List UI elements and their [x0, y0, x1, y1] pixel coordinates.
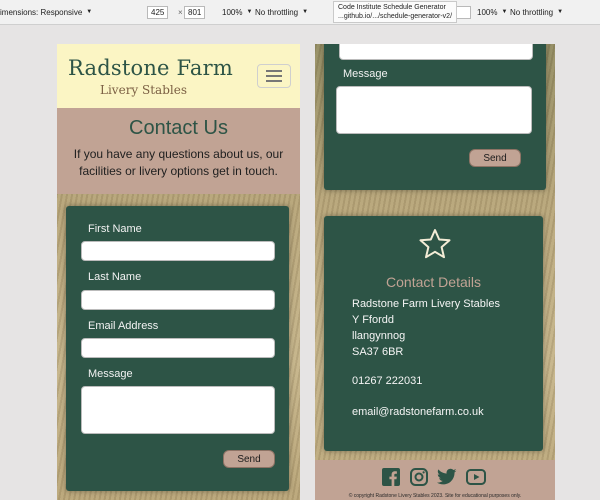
send-button[interactable]: Send — [469, 149, 521, 167]
send-button[interactable]: Send — [223, 450, 275, 468]
instagram-icon[interactable] — [410, 468, 428, 486]
first-name-label: First Name — [88, 223, 142, 235]
hamburger-icon — [266, 75, 282, 77]
hamburger-icon — [266, 70, 282, 72]
site-header: Radstone Farm Livery Stables — [57, 44, 300, 108]
page-title: Contact Us — [129, 117, 228, 139]
contact-details-card: Contact Details Radstone Farm Livery Sta… — [324, 216, 543, 451]
address-line: Radstone Farm Livery Stables — [352, 298, 500, 310]
dropdown-arrow-icon: ▼ — [246, 9, 253, 15]
copyright-text: © copyright Radstone Livery Stables 2023… — [348, 493, 522, 499]
twitter-icon[interactable] — [437, 468, 457, 486]
message-textarea[interactable] — [336, 86, 532, 134]
throttle-label: No throttling — [255, 7, 299, 17]
message-label: Message — [343, 68, 388, 80]
contact-form: Message Send — [324, 44, 546, 190]
times-icon: × — [178, 7, 183, 17]
dropdown-arrow-icon: ▼ — [302, 9, 309, 15]
phone-number[interactable]: 01267 222031 — [352, 375, 422, 387]
email-label: Email Address — [88, 320, 159, 332]
contact-form: First Name Last Name Email Address Messa… — [66, 206, 289, 491]
throttle-label: No throttling — [510, 7, 554, 17]
menu-toggle-button[interactable] — [257, 64, 291, 88]
throttle-select[interactable]: No throttling ▼ — [255, 8, 308, 17]
tooltip-url: ...github.io/.../schedule-generator-v2/ — [338, 13, 453, 20]
youtube-icon[interactable] — [466, 468, 486, 486]
throttle-select[interactable]: No throttling ▼ — [510, 8, 563, 17]
hamburger-icon — [266, 80, 282, 82]
height-input[interactable] — [455, 5, 471, 19]
zoom-label: 100% — [222, 7, 243, 17]
email-input[interactable] — [339, 44, 533, 60]
zoom-label: 100% — [477, 7, 498, 17]
last-name-label: Last Name — [88, 271, 142, 283]
email-input[interactable] — [81, 338, 275, 358]
last-name-input[interactable] — [81, 290, 275, 310]
hero-text: If you have any questions about us, our … — [73, 147, 284, 178]
contact-hero: Contact Us If you have any questions abo… — [57, 108, 300, 194]
first-name-input[interactable] — [81, 241, 275, 261]
dimensions-select[interactable]: imensions: Responsive ▼ — [0, 8, 92, 17]
devtools-toolbar-left: imensions: Responsive ▼ 425 × 801 100% ▼ N… — [0, 0, 310, 25]
zoom-select[interactable]: 100% ▼ — [222, 8, 252, 17]
zoom-select[interactable]: 100% ▼ — [477, 8, 507, 17]
contact-details-title: Contact Details — [386, 274, 481, 290]
facebook-icon[interactable] — [382, 468, 400, 486]
width-input[interactable]: 425 — [147, 5, 169, 19]
dropdown-arrow-icon: ▼ — [86, 9, 93, 15]
message-label: Message — [88, 368, 133, 380]
star-icon — [419, 229, 451, 259]
brand-name[interactable]: Radstone Farm — [68, 56, 233, 80]
message-textarea[interactable] — [81, 386, 275, 434]
brand-subtitle[interactable]: Livery Stables — [100, 83, 187, 97]
dropdown-arrow-icon: ▼ — [557, 9, 564, 15]
tab-tooltip: Code Institute Schedule Generator ...git… — [333, 1, 458, 23]
height-input[interactable]: 801 — [184, 5, 206, 19]
address-line: SA37 6BR — [352, 346, 404, 358]
dimensions-label: imensions: Responsive — [0, 7, 83, 17]
email-link[interactable]: email@radstonefarm.co.uk — [352, 406, 484, 418]
mobile-viewport-left: Radstone Farm Livery Stables Contact Us … — [57, 44, 300, 500]
site-footer: © copyright Radstone Livery Stables 2023… — [315, 460, 555, 500]
mobile-viewport-right: Message Send Contact Details Radstone Fa… — [315, 44, 555, 500]
address-line: llangynnog — [352, 330, 406, 342]
dropdown-arrow-icon: ▼ — [501, 9, 508, 15]
address-line: Y Ffordd — [352, 314, 394, 326]
tooltip-title: Code Institute Schedule Generator — [338, 4, 446, 11]
